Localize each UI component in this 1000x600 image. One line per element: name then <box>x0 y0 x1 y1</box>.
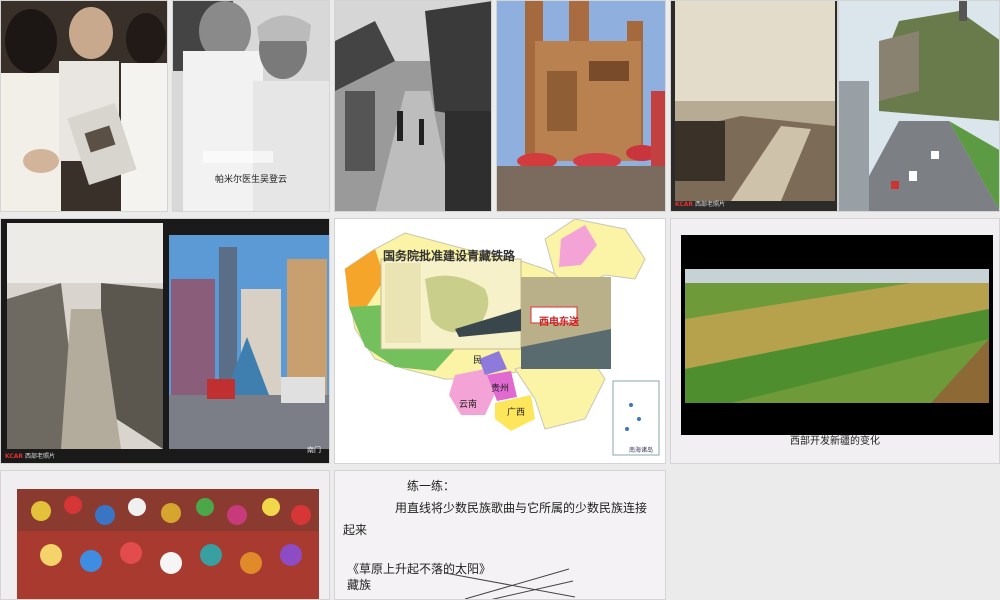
slide-thumbnail-7[interactable]: KCAR 西部老照片 南门 <box>0 218 330 464</box>
slide-thumbnail-11[interactable]: 练一练： 用直线将少数民族歌曲与它所属的少数民族连接起来 《草原上升起不落的太阳… <box>334 470 666 600</box>
slide-thumbnail-4[interactable] <box>496 0 666 212</box>
map-label-min: 民 <box>473 356 483 366</box>
slide-thumbnail-2[interactable]: 帕米尔医生吴登云 <box>172 0 330 212</box>
map-label-guizhou: 贵州 <box>491 384 510 394</box>
children-album-photo <box>1 1 167 211</box>
exercise-instruction: 用直线将少数民族歌曲与它所属的少数民族连接起来 <box>343 501 648 537</box>
watermark: KCAR 西部老照片 <box>5 453 55 460</box>
old-street-photo <box>335 1 491 211</box>
slide-thumbnail-1[interactable] <box>0 0 168 212</box>
map-label-sea: 南海诸岛 <box>629 447 654 454</box>
slide-thumbnail-8[interactable]: 国务院批准建设青藏铁路 西电东送 云南 贵州 广西 民 南海诸岛 <box>334 218 666 464</box>
slide-thumbnail-6[interactable] <box>838 0 1000 212</box>
map-label-yunnan: 云南 <box>459 400 478 410</box>
slide-thumbnail-9[interactable]: 西部开发新疆的变化 <box>670 218 1000 464</box>
slide-caption: 西部开发新疆的变化 <box>790 436 880 447</box>
modern-road-photo <box>839 1 999 211</box>
photo-caption: 南门 <box>307 446 321 454</box>
exercise-title: 练一练： <box>407 479 456 493</box>
old-and-new-city-photo <box>1 219 329 463</box>
old-city-sepia-photo <box>671 1 837 211</box>
ethnic-dancers-photo <box>1 471 329 599</box>
slide-thumbnail-5[interactable]: KCAR 西部老照片 <box>670 0 838 212</box>
slide-sorter-grid: 帕米尔医生吴登云 KCAR 西部老照片 KCAR 西部老照片 南门 国务院批准建… <box>0 0 1000 600</box>
map-title: 国务院批准建设青藏铁路 <box>383 249 516 263</box>
map-label-guangxi: 广西 <box>507 408 526 418</box>
grand-bazaar-photo <box>497 1 665 211</box>
slide-caption: 帕米尔医生吴登云 <box>214 175 287 185</box>
map-banner-label: 西电东送 <box>539 317 579 328</box>
farmland-photo <box>671 219 999 463</box>
watermark: KCAR 西部老照片 <box>675 201 725 208</box>
slide-thumbnail-10[interactable] <box>0 470 330 600</box>
slide-thumbnail-3[interactable] <box>334 0 492 212</box>
matching-lines <box>445 568 576 599</box>
